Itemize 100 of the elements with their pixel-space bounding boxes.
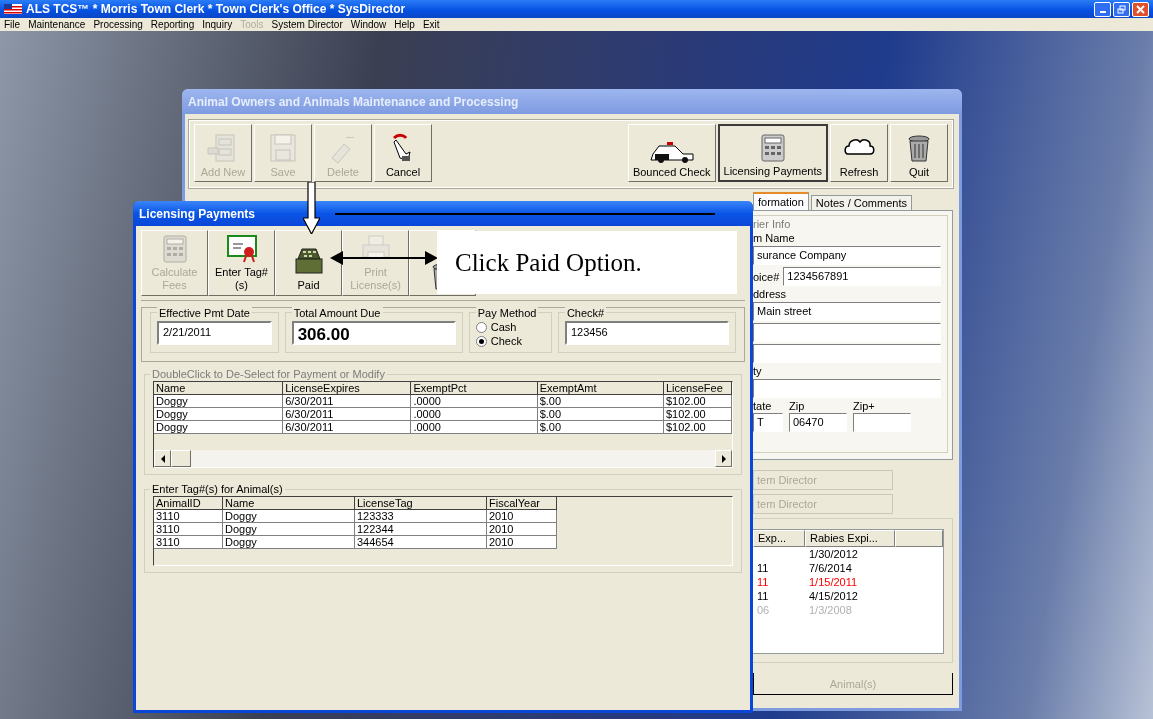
toolbar-button[interactable]: Enter Tag#(s) <box>208 230 275 296</box>
list-cell-text: 06 <box>756 603 771 617</box>
close-icon <box>1136 4 1145 14</box>
column-header[interactable]: AnimalID <box>154 497 223 510</box>
group-label: Effective Pmt Date <box>157 307 252 319</box>
input-field[interactable] <box>753 379 941 398</box>
certificate-icon <box>224 232 259 264</box>
radio-button[interactable] <box>475 335 487 347</box>
toolbar-button[interactable]: Cancel <box>374 124 432 182</box>
tab[interactable]: Notes / Comments <box>810 195 912 210</box>
table-cell: Doggy <box>223 523 355 536</box>
column-header[interactable]: ExemptPct <box>411 382 538 395</box>
input-field[interactable]: 06470 <box>789 413 847 432</box>
field-label: ddress <box>753 288 788 300</box>
input-field[interactable]: Main street <box>753 302 941 321</box>
input-field[interactable]: 123456 <box>564 321 729 345</box>
input-field[interactable]: surance Company <box>753 246 941 265</box>
horizontal-scrollbar[interactable] <box>154 450 732 467</box>
window-title: Licensing Payments <box>133 201 753 226</box>
radio-label: Check <box>490 335 522 347</box>
column-header[interactable]: FiscalYear <box>487 497 557 510</box>
group-label: Enter Tag#(s) for Animal(s) <box>150 483 285 495</box>
field-label: tate <box>753 400 773 412</box>
date-field[interactable]: 2/21/2011 <box>157 321 272 345</box>
table-cell: Doggy <box>154 408 284 421</box>
instruction-tooltip: Click Paid Option. <box>437 231 737 294</box>
field-label: Zip <box>789 400 806 412</box>
menu-item[interactable]: Window <box>350 18 387 31</box>
group-label: Check# <box>564 307 607 319</box>
radio-button[interactable] <box>475 321 487 333</box>
table-cell: 6/30/2011 <box>283 395 412 408</box>
toolbar-button[interactable]: Bounced Check <box>627 124 716 182</box>
column-header[interactable]: LicenseFee <box>663 382 732 395</box>
table-cell: $102.00 <box>663 421 732 434</box>
list-cell-text: 1/3/2008 <box>808 603 853 617</box>
menu-item[interactable]: Help <box>394 18 415 31</box>
column-header[interactable] <box>895 530 943 547</box>
input-field[interactable] <box>753 344 941 363</box>
table-cell: .0000 <box>411 408 538 421</box>
minimize-button[interactable] <box>1094 1 1111 17</box>
table-cell: 2010 <box>487 523 557 536</box>
menu-item[interactable]: Reporting <box>150 18 195 31</box>
table-cell: Doggy <box>223 536 355 549</box>
left-arrow-icon <box>159 454 166 463</box>
table-cell: 6/30/2011 <box>283 408 412 421</box>
table-cell: $.00 <box>537 421 664 434</box>
table-cell: 3110 <box>154 510 223 523</box>
table-cell: Doggy <box>154 421 284 434</box>
menu-item[interactable]: Maintenance <box>28 18 86 31</box>
window-title: Animal Owners and Animals Maintenance and Processing <box>182 89 962 114</box>
table-cell: .0000 <box>411 395 538 408</box>
table-cell: $.00 <box>537 408 664 421</box>
table-cell: 2010 <box>487 536 557 549</box>
column-header[interactable]: LicenseExpires <box>283 382 412 395</box>
input-field[interactable] <box>753 323 941 342</box>
menu-item[interactable]: System Director <box>271 18 343 31</box>
list-cell-text: 11 <box>756 575 770 589</box>
menu-item[interactable]: Exit <box>422 18 440 31</box>
group-label: DoubleClick to De-Select for Payment or Modify <box>150 368 387 380</box>
radio-label: Cash <box>490 321 517 333</box>
close-button[interactable] <box>1132 1 1149 17</box>
field-label: Zip+ <box>853 400 876 412</box>
menu-item[interactable]: Inquiry <box>202 18 233 31</box>
menu-item[interactable]: Processing <box>93 18 143 31</box>
table-cell: 122344 <box>355 523 487 536</box>
tab[interactable]: formation <box>753 192 809 210</box>
table-cell: Doggy <box>154 395 284 408</box>
input-field[interactable]: T <box>753 413 783 432</box>
table-cell: 2010 <box>487 510 557 523</box>
list-cell-text: 11 <box>756 561 770 575</box>
list-cell-text: 11 <box>756 589 770 603</box>
field-label: m Name <box>753 232 796 244</box>
menu-item[interactable]: File <box>4 18 21 31</box>
toolbar-button[interactable]: Paid <box>275 230 342 296</box>
column-header[interactable]: ExemptAmt <box>537 382 664 395</box>
group-label: rier Info <box>753 218 792 230</box>
input-field[interactable] <box>853 413 911 432</box>
column-header[interactable]: Name <box>154 382 284 395</box>
table-cell: 123333 <box>355 510 487 523</box>
column-header[interactable]: Exp... <box>753 530 805 547</box>
list-cell-text: 1/30/2012 <box>808 547 859 561</box>
flag-icon <box>4 3 22 15</box>
toolbar-button[interactable]: Licensing Payments <box>717 124 828 182</box>
toolbar-button[interactable]: Refresh <box>830 124 888 182</box>
column-header[interactable]: LicenseTag <box>355 497 487 510</box>
restore-button[interactable] <box>1113 1 1130 17</box>
input-field[interactable]: 1234567891 <box>783 267 941 286</box>
column-header[interactable]: Rabies Expi... <box>805 530 895 547</box>
table-cell: Doggy <box>223 510 355 523</box>
toolbar-button[interactable]: Quit <box>890 124 948 182</box>
table-cell: $.00 <box>537 395 664 408</box>
list-cell-text: 1/15/2011 <box>808 575 859 589</box>
table-cell: $102.00 <box>663 408 732 421</box>
field-label: ty <box>753 365 763 377</box>
table-cell: .0000 <box>411 421 538 434</box>
column-header[interactable]: Name <box>223 497 355 510</box>
field-label: oice# <box>753 270 780 283</box>
group-label: Total Amount Due <box>291 307 383 319</box>
right-arrow-icon <box>720 454 727 463</box>
table-cell: $102.00 <box>663 395 732 408</box>
